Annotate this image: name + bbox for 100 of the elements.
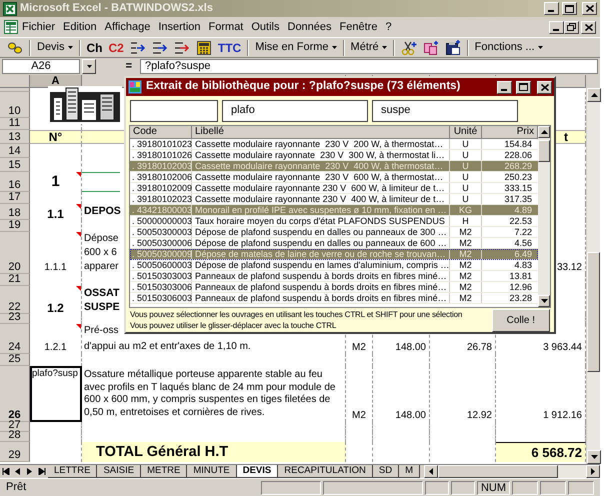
window-title: Microsoft Excel - BATWINDOWS2.xls bbox=[20, 1, 214, 16]
row-header[interactable]: 10 bbox=[0, 92, 30, 118]
row-header[interactable]: 11 bbox=[0, 118, 30, 130]
close-button[interactable] bbox=[581, 20, 596, 34]
row-header[interactable]: 22 bbox=[0, 286, 30, 314]
scroll-down-button[interactable] bbox=[538, 295, 550, 307]
row-header[interactable]: 24 bbox=[0, 324, 30, 354]
name-box[interactable]: A26 bbox=[2, 59, 80, 74]
vertical-scrollbar[interactable] bbox=[586, 88, 600, 464]
menu-item[interactable]: Edition bbox=[59, 18, 101, 36]
paste-button[interactable]: Colle ! bbox=[492, 308, 550, 332]
sheet-tab[interactable]: SAISIE bbox=[97, 465, 142, 478]
row-header[interactable]: 15 bbox=[0, 158, 30, 172]
menu-item[interactable]: Outils bbox=[247, 18, 284, 36]
tab-scroll-button[interactable] bbox=[36, 465, 48, 478]
list-row[interactable]: . 39180102009 Cassette modulaire rayonnante 230 V 600 W, à limiteur de t… U 333.15 bbox=[130, 183, 538, 194]
table-cell: Cassette modulaire rayonnante 230 V 400 W, à thermostat… bbox=[192, 161, 450, 171]
list-row[interactable]: . 50150303003 Panneaux de plafond suspendu à bords droits en fibres miné… M2 13.81 bbox=[130, 271, 538, 282]
row-header[interactable]: 27 bbox=[0, 422, 30, 432]
table-cell: . 39180101026 bbox=[130, 150, 192, 160]
scroll-up-button[interactable] bbox=[587, 88, 601, 102]
row-header[interactable]: 20 bbox=[0, 232, 30, 274]
sheet-tab[interactable]: METRE bbox=[141, 465, 188, 478]
dropdown-button[interactable] bbox=[82, 59, 96, 74]
scroll-thumb[interactable] bbox=[587, 252, 600, 372]
menu-item[interactable]: Données bbox=[284, 18, 336, 36]
formula-field[interactable]: ?plafo?suspe bbox=[140, 59, 598, 74]
list-row[interactable]: . 50050300003 Dépose de plafond suspendu en dalles ou panneaux de 300 … M2 7.22 bbox=[130, 227, 538, 238]
horizontal-scrollbar[interactable] bbox=[424, 465, 600, 478]
filter-field[interactable]: plafo bbox=[222, 100, 368, 122]
close-button[interactable] bbox=[582, 2, 597, 15]
menu-item[interactable]: Insertion bbox=[154, 18, 205, 36]
row-header[interactable]: 18 bbox=[0, 204, 30, 220]
sheet-tab[interactable]: DEVIS bbox=[236, 465, 278, 478]
vertical-scrollbar[interactable] bbox=[538, 126, 550, 307]
sheet-tab[interactable]: RECAPITULATION bbox=[278, 465, 373, 478]
scroll-down-button[interactable] bbox=[587, 450, 601, 464]
row-header[interactable]: 14 bbox=[0, 144, 30, 158]
column-header[interactable]: Code bbox=[130, 126, 192, 139]
toolbar-button[interactable]: TTC bbox=[214, 38, 244, 58]
table-cell-text: 6.49 bbox=[513, 249, 533, 259]
toolbar-dropdown[interactable]: Devis bbox=[34, 38, 76, 57]
tab-scroll-button[interactable] bbox=[0, 465, 12, 478]
scroll-right-button[interactable] bbox=[586, 465, 600, 478]
menu-item[interactable]: Format bbox=[204, 18, 248, 36]
list-row[interactable]: . 50050600003 Dépose de plafond suspendu en lames d'aluminium, compris … M2 4.83 bbox=[130, 260, 538, 271]
up-arrow-icon bbox=[540, 130, 548, 134]
menu-item[interactable]: ? bbox=[381, 18, 396, 36]
row-header[interactable]: 25 bbox=[0, 354, 30, 366]
active-cell[interactable]: plafo?susp bbox=[30, 366, 82, 422]
filter-field[interactable] bbox=[130, 100, 218, 122]
restore-button[interactable] bbox=[564, 20, 579, 34]
row-header[interactable]: 23 bbox=[0, 314, 30, 324]
sheet-tab[interactable]: M bbox=[399, 465, 420, 478]
list-row[interactable]: . 39180102006 Cassette modulaire rayonnante 230 V 600 W, à thermostat… U 250.23 bbox=[130, 172, 538, 183]
list-row[interactable]: . 50000000003 Taux horaire moyen du corps d'état PLAFONDS SUSPENDUS H 22.53 bbox=[130, 216, 538, 227]
column-header[interactable]: A bbox=[30, 75, 82, 88]
row-header[interactable]: 19 bbox=[0, 220, 30, 232]
row-header[interactable]: 13 bbox=[0, 130, 30, 144]
row-header[interactable]: 28 bbox=[0, 432, 30, 442]
minimize-button[interactable] bbox=[544, 2, 559, 15]
sheet-tab[interactable]: MINUTE bbox=[187, 465, 237, 478]
description-cell: Ossature métallique porteuse apparente stable au feu avec profils en T laqués blanc de 24 mm pour module de 600 x 600 mm, y compris suspentes en tiges filetées de 0,50 m, entretoises et cornières de rives. bbox=[82, 366, 346, 422]
next-tab-icon bbox=[26, 468, 34, 475]
toolbar-button[interactable]: C2 bbox=[106, 38, 127, 58]
scroll-thumb[interactable] bbox=[538, 140, 550, 162]
table-cell: M2 bbox=[346, 366, 373, 422]
menu-item[interactable]: Fichier bbox=[18, 18, 60, 36]
row-header[interactable]: 17 bbox=[0, 192, 30, 204]
scroll-up-button[interactable] bbox=[538, 126, 550, 138]
toolbar-dropdown[interactable]: Métré bbox=[348, 38, 390, 57]
list-row[interactable]: . 39180101023 Cassette modulaire rayonnante 230 V 200 W, à thermostat… U 154.84 bbox=[130, 139, 538, 150]
menu-item[interactable]: Affichage bbox=[100, 18, 154, 36]
sheet-tab[interactable]: SD bbox=[372, 465, 400, 478]
sheet-tab[interactable]: LETTRE bbox=[48, 465, 98, 478]
column-header[interactable]: Libellé bbox=[192, 126, 450, 139]
row-header[interactable]: 16 bbox=[0, 172, 30, 192]
row-header[interactable]: 21 bbox=[0, 274, 30, 286]
list-row[interactable]: . 50150306003 Panneaux de plafond suspendu à bords droits en fibres miné… M2 23.28 bbox=[130, 293, 538, 304]
workbook-icon bbox=[4, 20, 18, 34]
filter-field[interactable]: suspe bbox=[372, 100, 518, 122]
column-header[interactable]: Unité bbox=[450, 126, 482, 139]
status-panel bbox=[450, 480, 475, 494]
list-row[interactable]: . 50150303006 Panneaux de plafond suspendu à bords droits en fibres miné… M2 12.96 bbox=[130, 282, 538, 293]
maximize-button[interactable] bbox=[562, 2, 577, 15]
scroll-thumb[interactable] bbox=[438, 465, 558, 478]
status-panel bbox=[540, 480, 566, 494]
maximize-button[interactable] bbox=[516, 80, 531, 94]
menu-item[interactable]: Fenêtre bbox=[336, 18, 382, 36]
scroll-left-button[interactable] bbox=[424, 465, 438, 478]
minimize-button[interactable] bbox=[549, 20, 564, 34]
scissors-icon bbox=[400, 40, 417, 56]
maximize-icon bbox=[565, 4, 574, 12]
toolbar-dropdown[interactable]: Fonctions ... bbox=[472, 38, 546, 57]
close-button[interactable] bbox=[537, 80, 552, 94]
minimize-button[interactable] bbox=[497, 80, 512, 94]
table-cell: M2 bbox=[450, 260, 482, 270]
row-header[interactable]: 29 bbox=[0, 442, 30, 462]
toolbar-dropdown[interactable]: Mise en Forme bbox=[252, 38, 340, 57]
toolbar-button[interactable]: Ch bbox=[84, 38, 106, 58]
